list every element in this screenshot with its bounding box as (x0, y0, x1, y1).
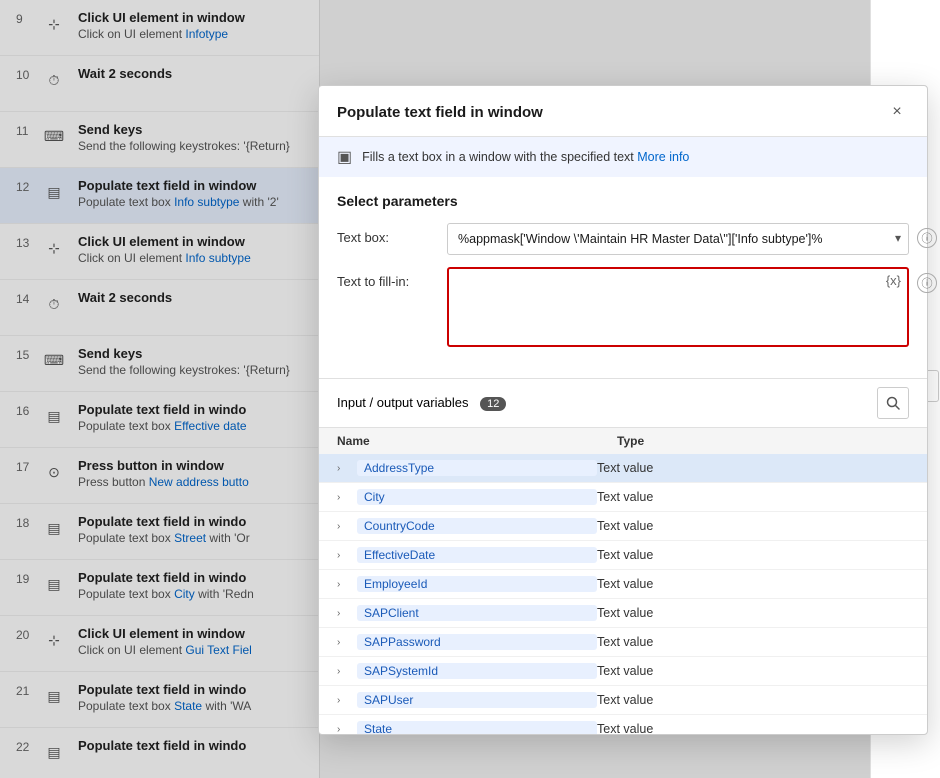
modal-header: Populate text field in window × (319, 86, 927, 137)
textfill-row: Text to fill-in: {x} ⓘ (337, 267, 909, 350)
variable-type: Text value (597, 722, 909, 734)
variable-name: City (357, 489, 597, 505)
chevron-right-icon: › (337, 666, 353, 677)
variable-type: Text value (597, 461, 909, 475)
chevron-right-icon: › (337, 724, 353, 735)
search-icon (886, 396, 900, 410)
populate-textfield-modal: Populate text field in window × ▣ Fills … (318, 85, 928, 735)
variables-bar: Input / output variables 12 (319, 378, 927, 427)
table-row[interactable]: › SAPUser Text value (319, 686, 927, 715)
table-row[interactable]: › EmployeeId Text value (319, 570, 927, 599)
textfill-info-button[interactable]: ⓘ (917, 273, 937, 293)
info-banner-text: Fills a text box in a window with the sp… (362, 150, 689, 164)
chevron-right-icon: › (337, 637, 353, 648)
chevron-right-icon: › (337, 492, 353, 503)
variable-name: CountryCode (357, 518, 597, 534)
variable-type: Text value (597, 519, 909, 533)
table-row[interactable]: › CountryCode Text value (319, 512, 927, 541)
table-row[interactable]: › SAPPassword Text value (319, 628, 927, 657)
variable-type: Text value (597, 606, 909, 620)
chevron-right-icon: › (337, 463, 353, 474)
info-banner: ▣ Fills a text box in a window with the … (319, 137, 927, 177)
textbox-info-button[interactable]: ⓘ (917, 228, 937, 248)
col-type-header: Type (617, 434, 909, 448)
col-name-header: Name (337, 434, 617, 448)
textfill-textarea[interactable] (447, 267, 909, 347)
textbox-row: Text box: %appmask['Window \'Maintain HR… (337, 223, 909, 255)
table-row[interactable]: › SAPSystemId Text value (319, 657, 927, 686)
table-header: Name Type (319, 428, 927, 454)
table-body: › AddressType Text value › City Text val… (319, 454, 927, 734)
chevron-right-icon: › (337, 695, 353, 706)
modal-close-button[interactable]: × (885, 100, 909, 124)
variable-icon[interactable]: {x} (886, 273, 901, 288)
modal-title: Populate text field in window (337, 104, 543, 121)
variable-name: SAPSystemId (357, 663, 597, 679)
variable-name: State (357, 721, 597, 734)
variable-name: AddressType (357, 460, 597, 476)
textfill-label: Text to fill-in: (337, 267, 447, 289)
variable-type: Text value (597, 635, 909, 649)
variables-count-badge: 12 (480, 397, 506, 411)
chevron-right-icon: › (337, 521, 353, 532)
variable-name: EffectiveDate (357, 547, 597, 563)
more-info-link[interactable]: More info (637, 150, 689, 164)
info-banner-icon: ▣ (337, 147, 352, 167)
chevron-right-icon: › (337, 550, 353, 561)
variable-type: Text value (597, 693, 909, 707)
variables-table: Name Type › AddressType Text value › Cit… (319, 427, 927, 734)
textfill-control-wrap: {x} ⓘ (447, 267, 909, 350)
variables-label: Input / output variables (337, 395, 469, 410)
table-row[interactable]: › City Text value (319, 483, 927, 512)
chevron-right-icon: › (337, 608, 353, 619)
variables-label-area: Input / output variables 12 (337, 395, 506, 411)
variable-type: Text value (597, 664, 909, 678)
table-row[interactable]: › State Text value (319, 715, 927, 734)
table-row[interactable]: › AddressType Text value (319, 454, 927, 483)
textbox-select[interactable]: %appmask['Window \'Maintain HR Master Da… (447, 223, 909, 255)
variables-search-button[interactable] (877, 387, 909, 419)
modal-body: Select parameters Text box: %appmask['Wi… (319, 177, 927, 378)
section-title: Select parameters (337, 193, 909, 209)
variable-type: Text value (597, 490, 909, 504)
textbox-control-wrap: %appmask['Window \'Maintain HR Master Da… (447, 223, 909, 255)
variable-name: SAPPassword (357, 634, 597, 650)
variable-name: SAPClient (357, 605, 597, 621)
chevron-right-icon: › (337, 579, 353, 590)
table-row[interactable]: › SAPClient Text value (319, 599, 927, 628)
variable-name: EmployeeId (357, 576, 597, 592)
variable-type: Text value (597, 548, 909, 562)
variable-type: Text value (597, 577, 909, 591)
textbox-label: Text box: (337, 223, 447, 245)
variable-name: SAPUser (357, 692, 597, 708)
table-row[interactable]: › EffectiveDate Text value (319, 541, 927, 570)
